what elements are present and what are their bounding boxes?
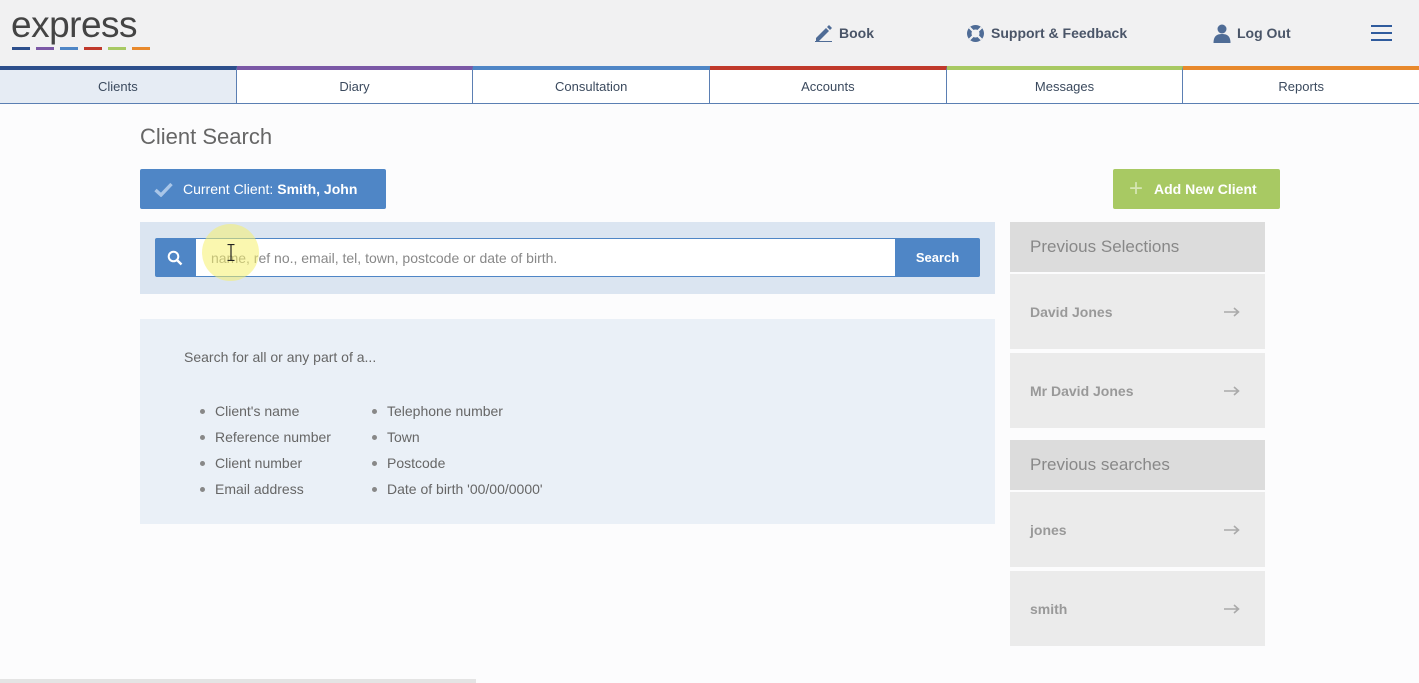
list-item: Date of birth '00/00/0000' (372, 481, 543, 507)
current-client-prefix: Current Client: (183, 181, 274, 197)
list-item: Reference number (200, 429, 331, 455)
book-link[interactable]: Book (814, 22, 874, 44)
logout-label: Log Out (1237, 25, 1291, 41)
tab-accounts[interactable]: Accounts (710, 66, 947, 103)
list-item: Town (372, 429, 543, 455)
logo-bar (12, 47, 30, 50)
tab-label: Clients (97, 79, 138, 94)
lifebuoy-icon (966, 24, 985, 43)
tab-consultation[interactable]: Consultation (473, 66, 711, 103)
previous-search-label: smith (1030, 600, 1068, 617)
list-item: Client's name (200, 403, 331, 429)
tab-label: Messages (1034, 79, 1095, 94)
previous-selection-label: David Jones (1030, 303, 1113, 320)
plus-icon: + (1129, 175, 1144, 202)
list-item: Email address (200, 481, 331, 507)
hamburger-menu-icon[interactable] (1371, 25, 1392, 41)
tab-messages[interactable]: Messages (946, 66, 1184, 103)
horizontal-scrollbar[interactable] (0, 679, 476, 683)
current-client-button[interactable]: Current Client: Smith, John (140, 169, 386, 209)
tab-label: Diary (339, 79, 370, 94)
search-button[interactable]: Search (895, 238, 980, 277)
app-header: express Book Support & Feedback Log Out (0, 0, 1419, 66)
tab-reports[interactable]: Reports (1183, 66, 1419, 103)
previous-selection-item[interactable]: David Jones (1010, 274, 1265, 349)
tab-label: Reports (1278, 79, 1324, 94)
logo-color-bars (12, 47, 150, 50)
add-new-client-label: Add New Client (1154, 181, 1257, 197)
client-search-input[interactable] (195, 238, 896, 277)
user-icon (1213, 24, 1231, 43)
list-item: Client number (200, 455, 331, 481)
search-panel: Search (140, 222, 995, 294)
arrow-right-icon (1224, 383, 1240, 399)
list-item: Telephone number (372, 403, 543, 429)
logout-link[interactable]: Log Out (1213, 22, 1291, 44)
search-help-panel: Search for all or any part of a... Clien… (140, 319, 995, 524)
logo-bar (108, 47, 126, 50)
search-help-intro: Search for all or any part of a... (184, 349, 377, 365)
previous-search-item[interactable]: smith (1010, 571, 1265, 646)
logo-bar (60, 47, 78, 50)
tab-diary[interactable]: Diary (236, 66, 474, 103)
express-logo[interactable]: express (11, 4, 150, 50)
logo-bar (132, 47, 150, 50)
list-item: Postcode (372, 455, 543, 481)
page-title: Client Search (140, 124, 273, 149)
arrow-right-icon (1224, 522, 1240, 538)
previous-selection-label: Mr David Jones (1030, 382, 1134, 399)
book-label: Book (839, 25, 874, 41)
logo-bar (84, 47, 102, 50)
support-feedback-label: Support & Feedback (991, 25, 1128, 41)
logo-text: express (11, 4, 138, 45)
support-feedback-link[interactable]: Support & Feedback (966, 22, 1127, 44)
previous-selection-item[interactable]: Mr David Jones (1010, 353, 1265, 428)
search-help-list: Client's name Reference number Client nu… (200, 403, 331, 507)
arrow-right-icon (1224, 601, 1240, 617)
tab-clients[interactable]: Clients (0, 66, 237, 103)
previous-search-label: jones (1030, 521, 1067, 538)
pencil-icon (814, 24, 833, 42)
previous-selections-header: Previous Selections (1010, 222, 1265, 272)
search-help-list: Telephone number Town Postcode Date of b… (372, 403, 543, 507)
tab-label: Accounts (801, 79, 855, 94)
previous-search-item[interactable]: jones (1010, 492, 1265, 567)
current-client-name: Smith, John (277, 181, 358, 197)
previous-searches-header: Previous searches (1010, 440, 1265, 490)
search-icon (155, 238, 195, 277)
main-tabs: Clients Diary Consultation Accounts Mess… (0, 66, 1419, 104)
add-new-client-button[interactable]: + Add New Client (1113, 169, 1280, 209)
arrow-right-icon (1224, 304, 1240, 320)
checkmark-icon (154, 182, 173, 197)
tab-label: Consultation (555, 79, 628, 94)
logo-bar (36, 47, 54, 50)
